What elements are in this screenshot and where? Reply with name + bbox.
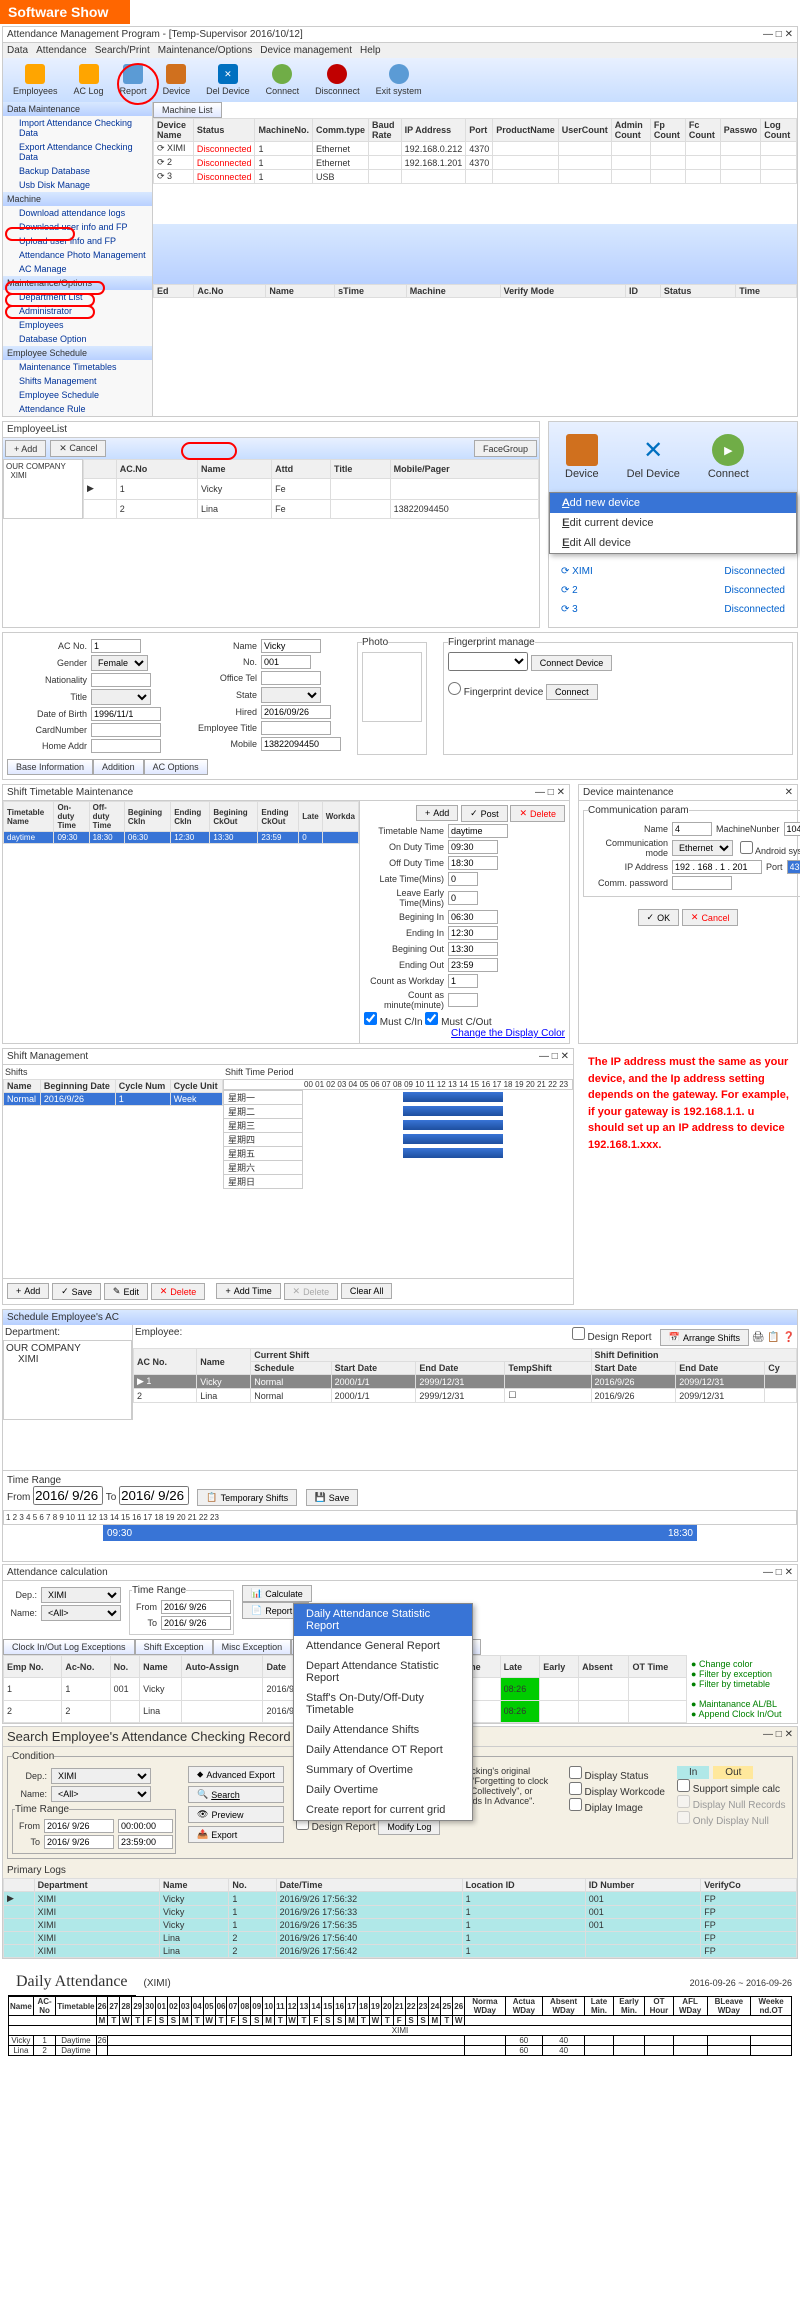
tt-add[interactable]: + Add	[416, 805, 458, 821]
face-group[interactable]: FaceGroup	[474, 440, 537, 457]
maint-timetables[interactable]: Maintenance Timetables	[3, 360, 152, 374]
table-row[interactable]: ⟳ XIMIDisconnected1Ethernet192.168.0.212…	[154, 142, 797, 156]
main-window: Attendance Management Program - [Temp-Su…	[2, 26, 798, 417]
machine-grid: Device NameStatusMachineNo.Comm.typeBaud…	[153, 118, 797, 184]
lower-grid: EdAc.NoNamesTimeMachineVerify ModeIDStat…	[153, 284, 797, 298]
window-title: Attendance Management Program - [Temp-Su…	[7, 29, 303, 40]
machine-list-tab[interactable]: Machine List	[153, 102, 222, 118]
modify-log-btn[interactable]: Modify Log	[378, 1819, 440, 1835]
arrange-btn[interactable]: 📅 Arrange Shifts	[660, 1329, 749, 1346]
preview-btn[interactable]: 👁 Preview	[188, 1806, 284, 1823]
upload-user[interactable]: Upload user info and FP	[3, 234, 152, 248]
sm-deltime[interactable]: ✕ Delete	[284, 1283, 339, 1300]
exit-button[interactable]: Exit system	[370, 62, 428, 98]
sm-addtime[interactable]: + Add Time	[216, 1283, 280, 1299]
import-data[interactable]: Import Attendance Checking Data	[3, 116, 152, 140]
connect-big-btn[interactable]: ▶Connect	[696, 426, 761, 488]
calculate-btn[interactable]: 📊 Calculate	[242, 1585, 312, 1602]
download-user[interactable]: Download user info and FP	[3, 220, 152, 234]
main-toolbar: Employees AC Log Report Device ✕Del Devi…	[3, 58, 797, 102]
add-device-item[interactable]: AAdd new device	[550, 493, 796, 513]
add-btn[interactable]: + Add	[5, 440, 46, 457]
report-button[interactable]: Report	[114, 62, 153, 98]
acno-input[interactable]	[91, 639, 141, 653]
adv-export-btn[interactable]: ⬥ Advanced Export	[188, 1766, 284, 1783]
edit-device-item[interactable]: EEdit current device	[550, 513, 796, 533]
dm-cancel[interactable]: ✕ Cancel	[682, 909, 739, 926]
search-btn[interactable]: 🔍 Search	[188, 1786, 284, 1803]
window-controls[interactable]: — □ ✕	[763, 29, 793, 40]
gender-select[interactable]: Female	[91, 655, 148, 671]
photo-mgmt[interactable]: Attendance Photo Management	[3, 248, 152, 262]
shifts-mgmt[interactable]: Shifts Management	[3, 374, 152, 388]
report-title: Daily Attendance	[8, 1969, 136, 1996]
sm-add[interactable]: + Add	[7, 1283, 49, 1299]
device-button[interactable]: Device	[157, 62, 197, 98]
export-data[interactable]: Export Attendance Checking Data	[3, 140, 152, 164]
export-btn[interactable]: 📤 Export	[188, 1826, 284, 1843]
emp-schedule[interactable]: Employee Schedule	[3, 388, 152, 402]
disconnect-button[interactable]: Disconnect	[309, 62, 366, 98]
employees-item[interactable]: Employees	[3, 318, 152, 332]
edit-all-item[interactable]: EEdit All device	[550, 533, 796, 553]
db-option[interactable]: Database Option	[3, 332, 152, 346]
table-row[interactable]: ⟳ 2Disconnected1Ethernet192.168.1.201437…	[154, 156, 797, 170]
cancel-btn[interactable]: ✕ Cancel	[50, 440, 106, 457]
tt-delete[interactable]: ✕ Delete	[510, 805, 565, 822]
ip-note: The IP address must the same as your dev…	[580, 1046, 800, 1307]
popup-toolbar: Device ✕Del Device ▶Connect	[549, 422, 797, 492]
color-link[interactable]: Change the Display Color	[451, 1028, 565, 1039]
tt-post[interactable]: ✓ Post	[461, 805, 508, 822]
conn-dev-btn[interactable]: Connect Device	[531, 655, 613, 671]
daily-att-table: NameAC-NoTimetable 262728293001020304050…	[8, 1996, 792, 2056]
ac-manage[interactable]: AC Manage	[3, 262, 152, 276]
employees-button[interactable]: Employees	[7, 62, 64, 98]
dm-ok[interactable]: ✓ OK	[638, 909, 680, 926]
sm-delete[interactable]: ✕ Delete	[151, 1283, 206, 1300]
page-header: Software Show	[0, 0, 130, 24]
sm-save[interactable]: ✓ Save	[52, 1283, 101, 1300]
device-big-btn[interactable]: Device	[553, 426, 611, 488]
deldevice-big-btn[interactable]: ✕Del Device	[615, 426, 692, 488]
dept-list[interactable]: Department List	[3, 290, 152, 304]
table-row[interactable]: ⟳ 3Disconnected1USB	[154, 170, 797, 184]
save-sched-btn[interactable]: 💾 Save	[306, 1489, 359, 1506]
menu-bar[interactable]: DataAttendanceSearch/PrintMaintenance/Op…	[3, 43, 797, 58]
connect-button[interactable]: Connect	[260, 62, 306, 98]
aclog-button[interactable]: AC Log	[68, 62, 110, 98]
administrator[interactable]: Administrator	[3, 304, 152, 318]
emp-list-title: EmployeeList	[7, 424, 67, 435]
backup-db[interactable]: Backup Database	[3, 164, 152, 178]
att-rule[interactable]: Attendance Rule	[3, 402, 152, 416]
temp-shifts-btn[interactable]: 📋 Temporary Shifts	[197, 1489, 297, 1506]
download-logs[interactable]: Download attendance logs	[3, 206, 152, 220]
side-panel: Data Maintenance Import Attendance Check…	[3, 102, 153, 416]
usb-disk[interactable]: Usb Disk Manage	[3, 178, 152, 192]
sm-edit[interactable]: ✎ Edit	[104, 1283, 148, 1300]
connect-btn2[interactable]: Connect	[546, 684, 598, 700]
deldevice-button[interactable]: ✕Del Device	[200, 62, 256, 98]
sm-clear[interactable]: Clear All	[341, 1283, 393, 1299]
